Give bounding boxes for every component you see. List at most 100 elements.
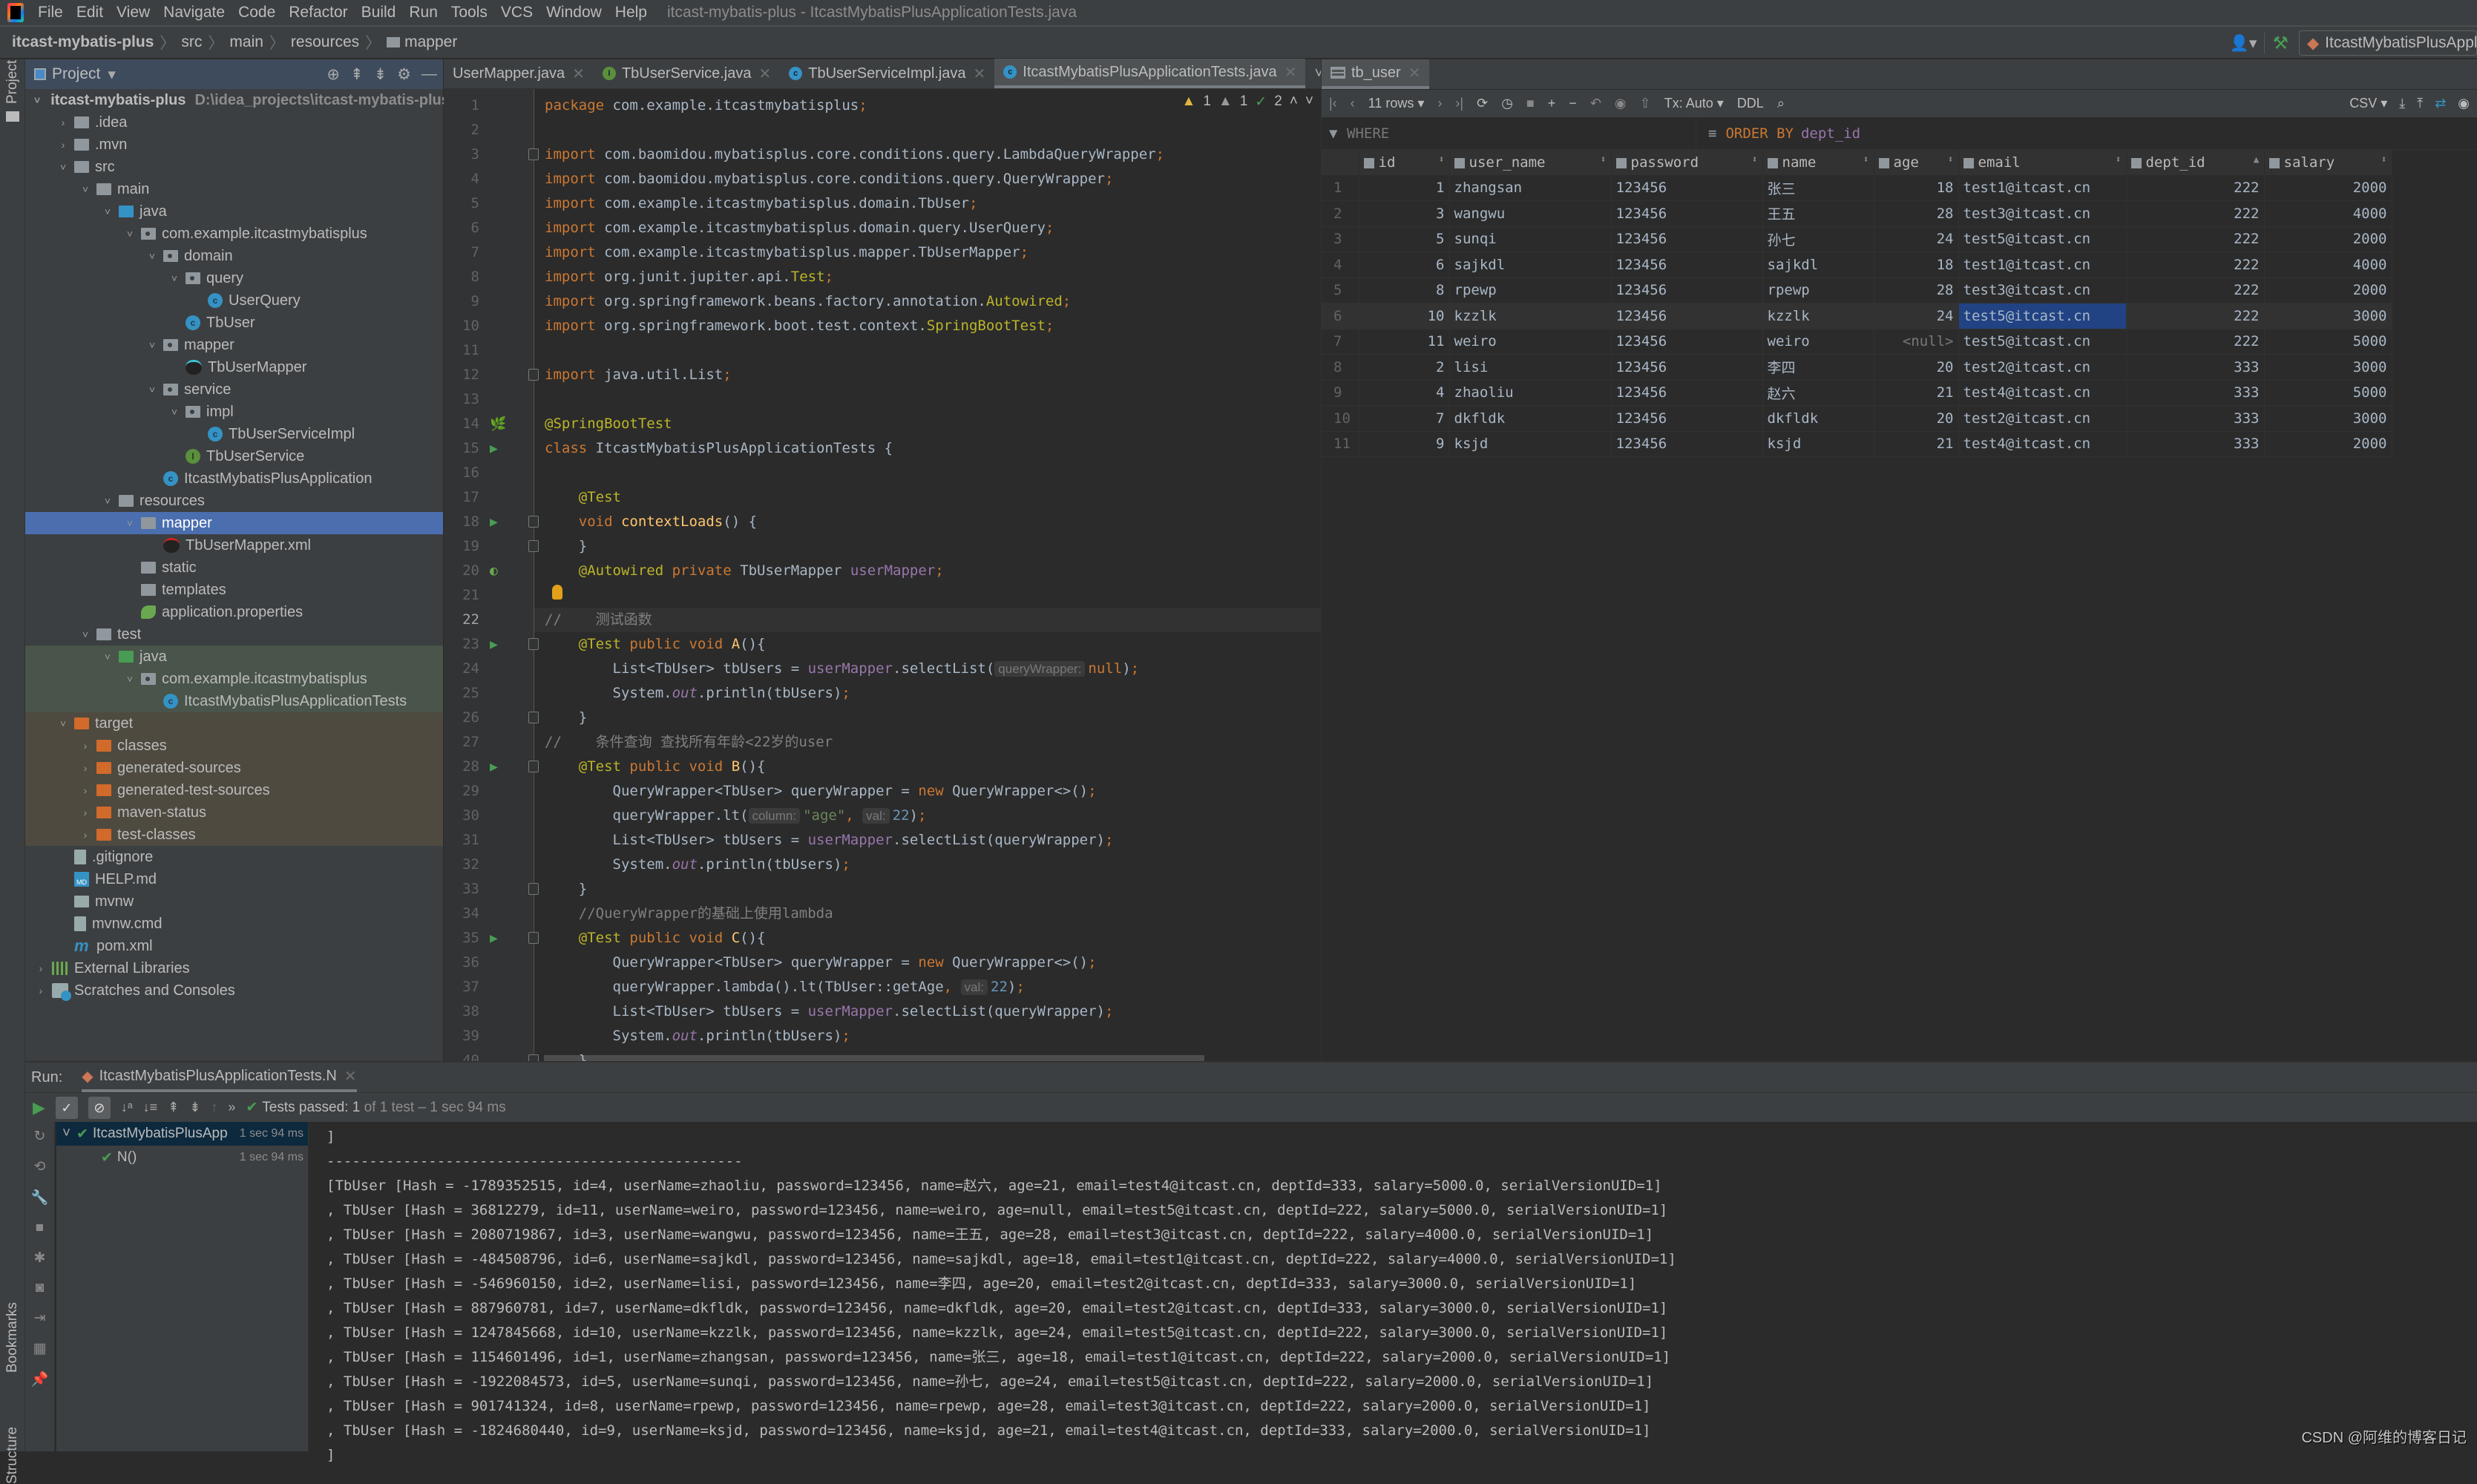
fold-marker-icon[interactable] xyxy=(528,761,539,772)
test-suite-row[interactable]: ˅ ✔ ItcastMybatisPlusApp 1 sec 94 ms xyxy=(56,1122,308,1146)
previous-highlight-icon[interactable]: ˄ xyxy=(1290,93,1298,111)
close-icon[interactable]: ✕ xyxy=(1285,63,1297,82)
tree-item[interactable]: ˅query xyxy=(25,267,443,289)
ddl-button[interactable]: DDL xyxy=(1737,96,1764,111)
cell-dept-id[interactable]: 222 xyxy=(2126,303,2264,329)
tree-item[interactable]: cItcastMybatisPlusApplication xyxy=(25,467,443,490)
camera-icon[interactable]: ◙ xyxy=(36,1280,44,1296)
compare-icon[interactable]: ⇄ xyxy=(2435,96,2446,111)
cell-id[interactable]: 8 xyxy=(1359,278,1449,303)
cell-email[interactable]: test3@itcast.cn xyxy=(1958,201,2126,227)
submit-icon[interactable]: ⇧ xyxy=(1640,96,1651,111)
locate-file-icon[interactable]: ⊕ xyxy=(327,65,340,84)
debug-icon[interactable]: ✱ xyxy=(34,1250,46,1267)
column-header-age[interactable]: age⬍ xyxy=(1874,150,1958,175)
chevron-right-icon[interactable]: › xyxy=(79,807,92,818)
tree-item[interactable]: TbUserMapper.xml xyxy=(25,534,443,556)
test-case-row[interactable]: ✔ N() 1 sec 94 ms xyxy=(56,1146,308,1169)
cell-name[interactable]: 王五 xyxy=(1762,201,1874,227)
editor-body[interactable]: 1234567891011121314151617181920212223242… xyxy=(444,89,1321,1061)
cell-email[interactable]: test1@itcast.cn xyxy=(1958,175,2126,201)
table-row[interactable]: 35sunqi123456孙七24test5@itcast.cn2222000 xyxy=(1322,226,2392,252)
table-row[interactable]: 23wangwu123456王五28test3@itcast.cn2224000 xyxy=(1322,201,2392,227)
cell-salary[interactable]: 2000 xyxy=(2264,431,2392,457)
cell-age[interactable]: 18 xyxy=(1874,252,1958,278)
expand-all-icon[interactable]: ⇞ xyxy=(168,1100,179,1115)
column-header-password[interactable]: password⬍ xyxy=(1611,150,1762,175)
code-line[interactable]: QueryWrapper<TbUser> queryWrapper = new … xyxy=(545,779,1097,804)
tree-item[interactable]: ˅resources xyxy=(25,490,443,512)
cell-salary[interactable]: 3000 xyxy=(2264,406,2392,432)
cell-user-name[interactable]: rpewp xyxy=(1449,278,1611,303)
column-header-user-name[interactable]: user_name⬍ xyxy=(1449,150,1611,175)
project-tool-button[interactable]: Project xyxy=(4,60,21,104)
chevron-right-icon[interactable]: › xyxy=(79,829,92,841)
code-line[interactable]: System.out.println(tbUsers); xyxy=(545,1024,850,1048)
chevron-right-icon[interactable]: › xyxy=(79,784,92,796)
table-row[interactable]: 94zhaoliu123456赵六21test4@itcast.cn333500… xyxy=(1322,380,2392,406)
chevron-down-icon[interactable]: ˅ xyxy=(123,517,137,529)
column-header-name[interactable]: name⬍ xyxy=(1762,150,1874,175)
sort-ascending-icon[interactable]: ▲ xyxy=(2254,154,2260,165)
breadcrumb-resources[interactable]: resources xyxy=(291,33,359,51)
tree-item[interactable]: cUserQuery xyxy=(25,289,443,312)
run-test-class-icon[interactable]: ▶ xyxy=(490,441,506,457)
cell-age[interactable]: 24 xyxy=(1874,226,1958,252)
tree-item[interactable]: cTbUser xyxy=(25,312,443,334)
cell-email[interactable]: test4@itcast.cn xyxy=(1958,431,2126,457)
table-row[interactable]: 119ksjd123456ksjd21test4@itcast.cn333200… xyxy=(1322,431,2392,457)
tree-item[interactable]: ›.mvn xyxy=(25,134,443,156)
menu-file[interactable]: File xyxy=(31,4,70,22)
tree-item[interactable]: application.properties xyxy=(25,601,443,623)
cell-name[interactable]: ksjd xyxy=(1762,431,1874,457)
tree-item[interactable]: cItcastMybatisPlusApplicationTests xyxy=(25,690,443,712)
cell-email[interactable]: test2@itcast.cn xyxy=(1958,406,2126,432)
cell-salary[interactable]: 4000 xyxy=(2264,252,2392,278)
tree-item[interactable]: ›Scratches and Consoles xyxy=(25,979,443,1002)
tree-item[interactable]: ›classes xyxy=(25,735,443,757)
code-line[interactable]: // 条件查询 查找所有年龄<22岁的user xyxy=(545,730,833,755)
project-view-selector[interactable]: Project xyxy=(52,65,100,83)
next-highlight-icon[interactable]: ˅ xyxy=(1305,93,1313,111)
cell-salary[interactable]: 3000 xyxy=(2264,355,2392,381)
cell-name[interactable]: 孙七 xyxy=(1762,226,1874,252)
cell-email[interactable]: test1@itcast.cn xyxy=(1958,252,2126,278)
cell-name[interactable]: sajkdl xyxy=(1762,252,1874,278)
order-by-input[interactable]: dept_id xyxy=(1801,125,1860,142)
add-row-icon[interactable]: + xyxy=(1548,96,1556,111)
cell-age[interactable]: 20 xyxy=(1874,406,1958,432)
code-line[interactable]: import org.springframework.boot.test.con… xyxy=(545,314,1054,338)
code-line[interactable]: import org.junit.jupiter.api.Test; xyxy=(545,265,833,289)
tree-item[interactable]: ›maven-status xyxy=(25,801,443,824)
tree-item[interactable]: ˅mapper xyxy=(25,512,443,534)
table-row[interactable]: 711weiro123456weiro<null>test5@itcast.cn… xyxy=(1322,329,2392,355)
wrench-icon[interactable]: 🔧 xyxy=(31,1189,49,1206)
menu-code[interactable]: Code xyxy=(232,4,282,22)
cell-password[interactable]: 123456 xyxy=(1611,226,1762,252)
cell-id[interactable]: 1 xyxy=(1359,175,1449,201)
editor-tab[interactable]: cItcastMybatisPlusApplicationTests.java✕ xyxy=(994,59,1305,88)
cell-email[interactable]: test2@itcast.cn xyxy=(1958,355,2126,381)
menu-vcs[interactable]: VCS xyxy=(494,4,539,22)
code-line[interactable]: import com.baomidou.mybatisplus.core.con… xyxy=(545,142,1164,167)
show-passed-toggle[interactable]: ✓ xyxy=(56,1097,78,1119)
cell-user-name[interactable]: zhangsan xyxy=(1449,175,1611,201)
table-row[interactable]: 11zhangsan123456张三18test1@itcast.cn22220… xyxy=(1322,175,2392,201)
sort-icon[interactable]: ⬍ xyxy=(2116,154,2122,165)
fold-marker-icon[interactable] xyxy=(528,883,539,895)
run-configuration-selector[interactable]: ◆ ItcastMybatisPlusApplicationTests xyxy=(2299,30,2477,56)
cell-id[interactable]: 9 xyxy=(1359,431,1449,457)
cell-dept-id[interactable]: 222 xyxy=(2126,226,2264,252)
cell-salary[interactable]: 3000 xyxy=(2264,303,2392,329)
menu-tools[interactable]: Tools xyxy=(444,4,494,22)
previous-page-icon[interactable]: ‹ xyxy=(1351,96,1355,111)
tree-item[interactable]: ˅java xyxy=(25,646,443,668)
chevron-down-icon[interactable]: ˅ xyxy=(123,228,137,240)
column-header-dept-id[interactable]: dept_id▲ xyxy=(2126,150,2264,175)
cell-dept-id[interactable]: 222 xyxy=(2126,252,2264,278)
cell-user-name[interactable]: sunqi xyxy=(1449,226,1611,252)
cell-password[interactable]: 123456 xyxy=(1611,355,1762,381)
sort-alphabetically-icon[interactable]: ↓ᵃ xyxy=(121,1100,133,1115)
cell-user-name[interactable]: ksjd xyxy=(1449,431,1611,457)
chevron-right-icon[interactable]: › xyxy=(56,116,70,128)
